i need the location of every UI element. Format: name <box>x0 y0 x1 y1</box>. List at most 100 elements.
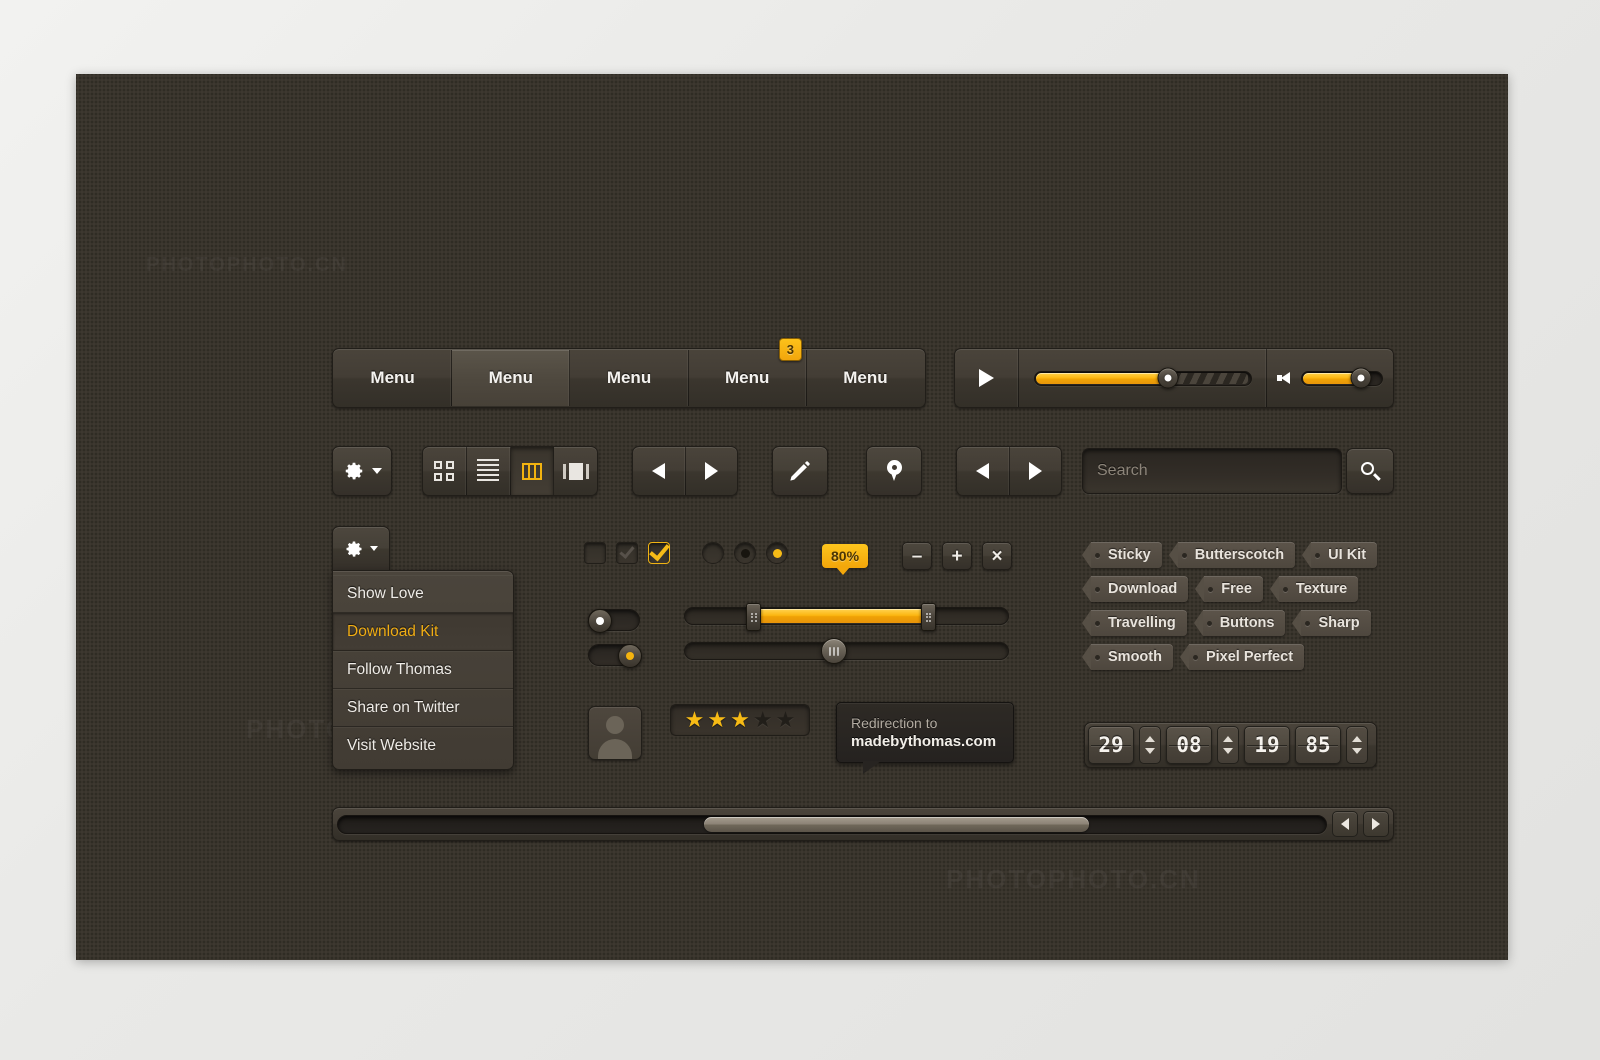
range-handle-start[interactable] <box>746 603 762 631</box>
menu-item-2[interactable]: Menu <box>452 350 571 406</box>
plus-button[interactable]: + <box>942 542 972 570</box>
avatar[interactable] <box>588 706 642 760</box>
chevron-up-icon[interactable] <box>1223 736 1233 742</box>
dropdown-item-label: Share on Twitter <box>347 698 460 716</box>
range-slider-track[interactable] <box>684 603 1009 631</box>
scrollbar-left-button[interactable] <box>1332 811 1358 837</box>
radio-empty[interactable] <box>702 542 724 564</box>
tag-buttons[interactable]: Buttons <box>1193 610 1286 636</box>
speaker-icon <box>1277 372 1291 384</box>
scrollbar-thumb[interactable] <box>703 816 1089 832</box>
location-button[interactable] <box>866 446 922 496</box>
star-rating[interactable]: ★ ★ ★ ★ ★ <box>670 704 810 736</box>
dropdown-item-follow-thomas[interactable]: Follow Thomas <box>333 651 513 689</box>
next-button[interactable] <box>686 447 738 495</box>
toggle-on[interactable] <box>588 644 642 668</box>
pager-previous-button[interactable] <box>957 447 1010 495</box>
pager-next-button[interactable] <box>1010 447 1062 495</box>
chevron-up-icon[interactable] <box>1352 736 1362 742</box>
column-view-icon <box>521 462 542 480</box>
progress-knob[interactable] <box>1157 367 1179 389</box>
menu-item-badge: 3 <box>778 338 802 361</box>
range-handle-end[interactable] <box>920 603 936 631</box>
play-icon <box>979 369 994 387</box>
chevron-down-icon[interactable] <box>1352 748 1362 754</box>
chevron-down-icon <box>370 546 378 551</box>
check-icon <box>648 539 670 562</box>
toggle-off[interactable] <box>588 609 640 633</box>
edit-button[interactable] <box>772 446 828 496</box>
arrow-right-icon <box>1028 462 1042 480</box>
stepper-value-year-lo[interactable]: 85 <box>1295 726 1341 764</box>
toggle-knob[interactable] <box>588 609 612 633</box>
stepper-value-year-hi[interactable]: 19 <box>1244 726 1290 764</box>
chevron-down-icon[interactable] <box>1223 748 1233 754</box>
toggle-knob[interactable] <box>618 644 642 668</box>
dropdown-item-show-love[interactable]: Show Love <box>333 575 513 613</box>
tag-sticky[interactable]: Sticky <box>1082 542 1162 568</box>
stepper-value-month[interactable]: 08 <box>1166 726 1212 764</box>
stepper-spinner-year[interactable] <box>1346 726 1368 764</box>
menu-item-1[interactable]: Menu <box>334 350 453 406</box>
menu-item-3[interactable]: Menu <box>570 350 689 406</box>
volume-slider[interactable] <box>1301 367 1383 389</box>
prev-next-group <box>632 446 738 496</box>
chevron-up-icon[interactable] <box>1145 736 1155 742</box>
chevron-down-icon[interactable] <box>1145 748 1155 754</box>
menu-item-5[interactable]: Menu <box>807 350 924 406</box>
segment-list-view[interactable] <box>467 447 511 495</box>
stepper-value-day[interactable]: 29 <box>1088 726 1134 764</box>
star-4[interactable]: ★ <box>753 709 773 731</box>
search-button[interactable] <box>1346 448 1394 494</box>
toggle-switch[interactable] <box>588 644 642 668</box>
star-2[interactable]: ★ <box>707 709 727 731</box>
dropdown-item-share-on-twitter[interactable]: Share on Twitter <box>333 689 513 727</box>
tag-free[interactable]: Free <box>1195 576 1263 602</box>
scrollbar-right-button[interactable] <box>1363 811 1389 837</box>
checkbox-checked-amber[interactable] <box>648 539 670 564</box>
star-3[interactable]: ★ <box>730 709 750 731</box>
star-5[interactable]: ★ <box>776 709 796 731</box>
stepper-spinner-day[interactable] <box>1139 726 1161 764</box>
toggle-switch[interactable] <box>588 609 640 633</box>
dropdown-item-download-kit[interactable]: Download Kit <box>333 613 513 651</box>
coverflow-view-icon <box>562 462 589 480</box>
segment-coverflow-view[interactable] <box>554 447 597 495</box>
radio-dark[interactable] <box>734 542 756 564</box>
menu-bar: Menu Menu Menu Menu 3 Menu <box>332 338 926 408</box>
tag-smooth[interactable]: Smooth <box>1082 644 1173 670</box>
play-button[interactable] <box>955 349 1019 407</box>
previous-button[interactable] <box>633 447 686 495</box>
scrollbar-track[interactable] <box>337 814 1327 834</box>
search-input[interactable]: Search <box>1082 448 1342 494</box>
dropdown-item-visit-website[interactable]: Visit Website <box>333 727 513 765</box>
minus-button[interactable]: – <box>902 542 932 570</box>
single-slider-track[interactable] <box>684 638 1009 664</box>
tag-pixel-perfect[interactable]: Pixel Perfect <box>1179 644 1305 670</box>
single-slider[interactable] <box>684 638 1009 664</box>
tag-sharp[interactable]: Sharp <box>1292 610 1371 636</box>
close-button[interactable]: × <box>982 542 1012 570</box>
plus-icon: + <box>951 545 963 567</box>
grid-view-icon <box>434 461 455 481</box>
tag-texture[interactable]: Texture <box>1269 576 1359 602</box>
dropdown-trigger-button[interactable] <box>332 526 390 570</box>
tag-ui-kit[interactable]: UI Kit <box>1302 542 1378 568</box>
segment-grid-view[interactable] <box>423 447 467 495</box>
segment-column-view[interactable] <box>510 447 555 495</box>
volume-knob[interactable] <box>1350 367 1372 389</box>
tag-download[interactable]: Download <box>1081 576 1189 602</box>
stepper-spinner-month[interactable] <box>1217 726 1239 764</box>
menu-item-4[interactable]: Menu 3 <box>689 338 807 406</box>
tag-travelling[interactable]: Travelling <box>1082 610 1187 636</box>
tag-label: Butterscotch <box>1194 547 1285 563</box>
checkbox-unchecked[interactable] <box>584 542 606 564</box>
star-1[interactable]: ★ <box>685 709 705 731</box>
tag-butterscotch[interactable]: Butterscotch <box>1168 542 1296 568</box>
radio-selected[interactable] <box>766 542 788 564</box>
gear-dropdown-button[interactable] <box>332 446 392 496</box>
single-slider-knob[interactable] <box>820 638 847 664</box>
checkbox-checked-dim[interactable] <box>616 542 638 564</box>
range-slider[interactable] <box>684 603 1009 631</box>
progress-slider[interactable] <box>1033 367 1252 389</box>
